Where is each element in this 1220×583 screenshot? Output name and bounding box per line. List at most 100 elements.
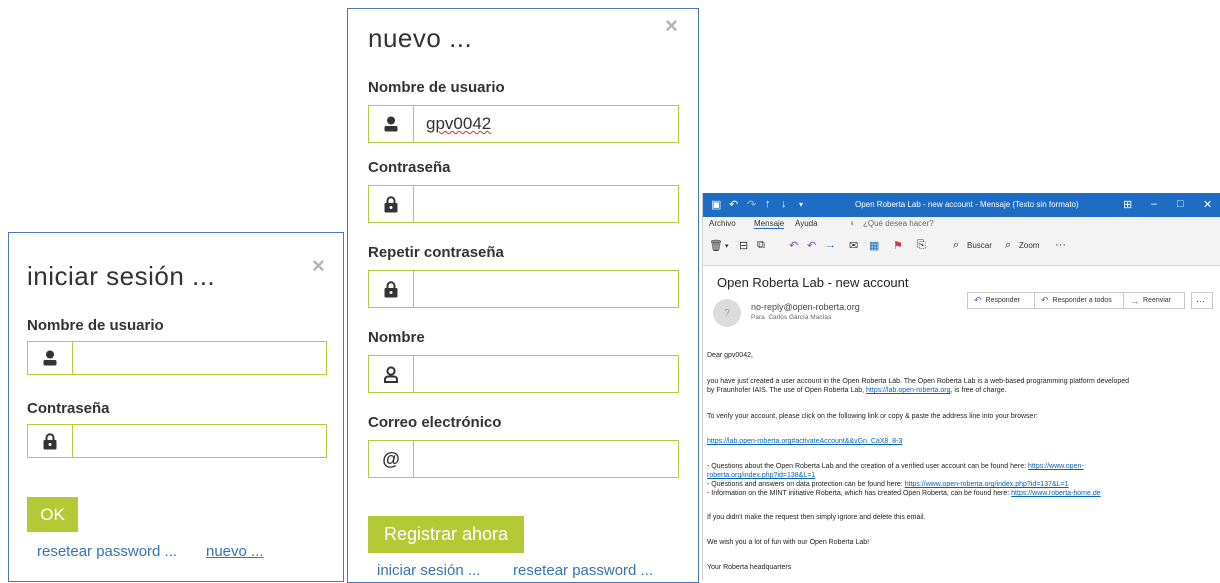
forward-label: Reenviar [1143,297,1172,304]
categorize-icon[interactable]: ▦ [869,239,879,252]
privacy-link[interactable]: https://www.open-roberta.org/index.php?i… [905,481,1069,488]
register-name-value[interactable] [414,356,678,392]
archive-icon[interactable]: ⊟ [739,239,748,252]
login-modal: iniciar sesión ... × Nombre de usuario C… [8,232,344,582]
search-icon[interactable]: ⌕ [953,239,959,252]
body-q1b-line: roberta.org/index.php?id=138&L=1 [707,472,815,481]
login-password-label: Contraseña [27,400,110,417]
lock-icon [369,271,414,307]
delete-icon[interactable]: 🗑 [709,239,723,252]
register-close-icon[interactable]: × [665,15,678,37]
login-username-field[interactable] [27,341,327,375]
outlook-window-title: Open Roberta Lab - new account - Mensaje… [855,200,1079,209]
maximize-icon[interactable]: □ [1177,198,1184,210]
register-username-label: Nombre de usuario [368,79,505,96]
reply-all-button[interactable]: ↶ Responder a todos [1034,292,1125,309]
at-sign-icon: @ [369,441,414,477]
buscar-button[interactable]: Buscar [967,241,992,250]
menu-ayuda[interactable]: Ayuda [795,219,818,228]
close-window-icon[interactable]: ✕ [1203,198,1212,211]
reply-all-icon[interactable]: ↶ [807,239,816,252]
body-p1b-line: by Fraunhofer IAIS. The use of Open Robe… [707,387,1007,396]
outlook-message-window: ▣ ↶ ↷ ↑ ↓ ▾ Open Roberta Lab - new accou… [702,193,1220,580]
register-title: nuevo ... [368,23,473,53]
customize-icon[interactable]: ▾ [799,200,803,209]
reply-all-icon: ↶ [1041,295,1049,305]
body-p6: Your Roberta headquarters [707,564,792,571]
verify-link[interactable]: https://lab.open-roberta.org#activateAcc… [707,438,902,445]
register-now-button[interactable]: Registrar ahora [368,516,524,553]
mark-unread-icon[interactable]: ✉ [849,239,858,252]
body-p1a: you have just created a user account in … [707,378,1130,385]
user-icon [369,106,414,142]
more-actions-button[interactable]: ··· [1191,292,1213,309]
lock-icon [28,425,73,457]
login-reset-password-link[interactable]: resetear password ... [37,543,177,560]
reply-button[interactable]: ↶ Responder [967,292,1039,309]
login-new-account-link[interactable]: nuevo ... [206,543,264,560]
register-email-field[interactable]: @ [368,440,679,478]
tell-me-hint[interactable]: ¿Qué desea hacer? [863,219,934,228]
body-q1-line: - Questions about the Open Roberta Lab a… [707,463,1084,472]
faq-link-part1[interactable]: https://www.open- [1028,463,1084,470]
lab-link[interactable]: https://lab.open-roberta.org [866,387,950,394]
outlook-titlebar: ▣ ↶ ↷ ↑ ↓ ▾ Open Roberta Lab - new accou… [703,193,1220,217]
register-name-label: Nombre [368,329,425,346]
move-icon[interactable]: ⧉ [757,239,765,252]
register-repeat-password-field[interactable] [368,270,679,308]
redo-icon[interactable]: ↷ [747,198,756,211]
lock-icon [369,186,414,222]
ribbon-display-icon[interactable]: ⊞ [1123,198,1132,211]
zoom-button[interactable]: Zoom [1019,241,1039,250]
dropdown-icon[interactable]: ▾ [725,242,729,250]
forward-icon[interactable]: → [825,239,836,251]
body-p1b: by Fraunhofer IAIS. The use of Open Robe… [707,387,867,394]
login-password-field[interactable] [27,424,327,458]
undo-icon[interactable]: ↶ [729,198,738,211]
register-name-field[interactable] [368,355,679,393]
body-greeting: Dear gpv0042, [707,352,753,359]
reply-all-label: Responder a todos [1052,297,1112,304]
register-password-label: Contraseña [368,159,451,176]
register-password-field[interactable] [368,185,679,223]
body-p2: To verify your account, please click on … [707,413,1038,420]
up-arrow-icon[interactable]: ↑ [765,198,771,210]
register-repeat-password-label: Repetir contraseña [368,244,504,261]
ok-button[interactable]: OK [27,497,78,532]
register-login-link[interactable]: iniciar sesión ... [377,562,480,579]
register-password-value[interactable] [414,186,678,222]
menu-mensaje[interactable]: Mensaje [754,219,785,229]
body-p5: We wish you a lot of fun with our Open R… [707,539,870,546]
body-q2a: - Questions and answers on data protecti… [707,481,905,488]
register-email-value[interactable] [414,441,678,477]
login-username-value[interactable] [73,342,326,374]
register-username-value[interactable]: gpv0042 [414,106,678,142]
zoom-icon[interactable]: ⌕ [1005,239,1011,252]
faq-link-part2[interactable]: roberta.org/index.php?id=138&L=1 [707,472,815,479]
reply-icon[interactable]: ↶ [789,239,798,252]
register-username-field[interactable]: gpv0042 [368,105,679,143]
body-q3a: - Information on the MINT initiative Rob… [707,490,1012,497]
minimize-icon[interactable]: – [1151,198,1157,210]
user-outline-icon [369,356,414,392]
register-modal: nuevo ... × Nombre de usuario gpv0042 Co… [347,8,699,583]
down-arrow-icon[interactable]: ↓ [781,198,787,210]
login-password-value[interactable] [73,425,326,457]
login-close-icon[interactable]: × [312,255,325,277]
outlook-ribbon: 🗑 ▾ ⊟ ⧉ ↶ ↶ → ✉ ▦ ⚑ ⎘ ⌕ Buscar ⌕ Zoom ··… [703,231,1220,266]
flag-icon[interactable]: ⚑ [893,239,903,252]
register-reset-password-link[interactable]: resetear password ... [513,562,653,579]
email-to-name: Carlos García Macías [768,314,832,321]
register-repeat-password-value[interactable] [414,271,678,307]
forward-button[interactable]: → Reenviar [1123,292,1185,309]
roberta-home-link[interactable]: https://www.roberta-home.de [1011,490,1101,497]
sender-avatar: ? [713,299,741,327]
translate-icon[interactable]: ⎘ [917,239,926,252]
reply-label: Responder [985,297,1020,304]
save-icon[interactable]: ▣ [711,198,721,211]
body-q1a: - Questions about the Open Roberta Lab a… [707,463,1029,470]
menu-archivo[interactable]: Archivo [709,219,736,228]
more-commands-icon[interactable]: ··· [1055,239,1066,251]
register-username-text: gpv0042 [426,114,492,133]
body-q3-line: - Information on the MINT initiative Rob… [707,490,1101,499]
